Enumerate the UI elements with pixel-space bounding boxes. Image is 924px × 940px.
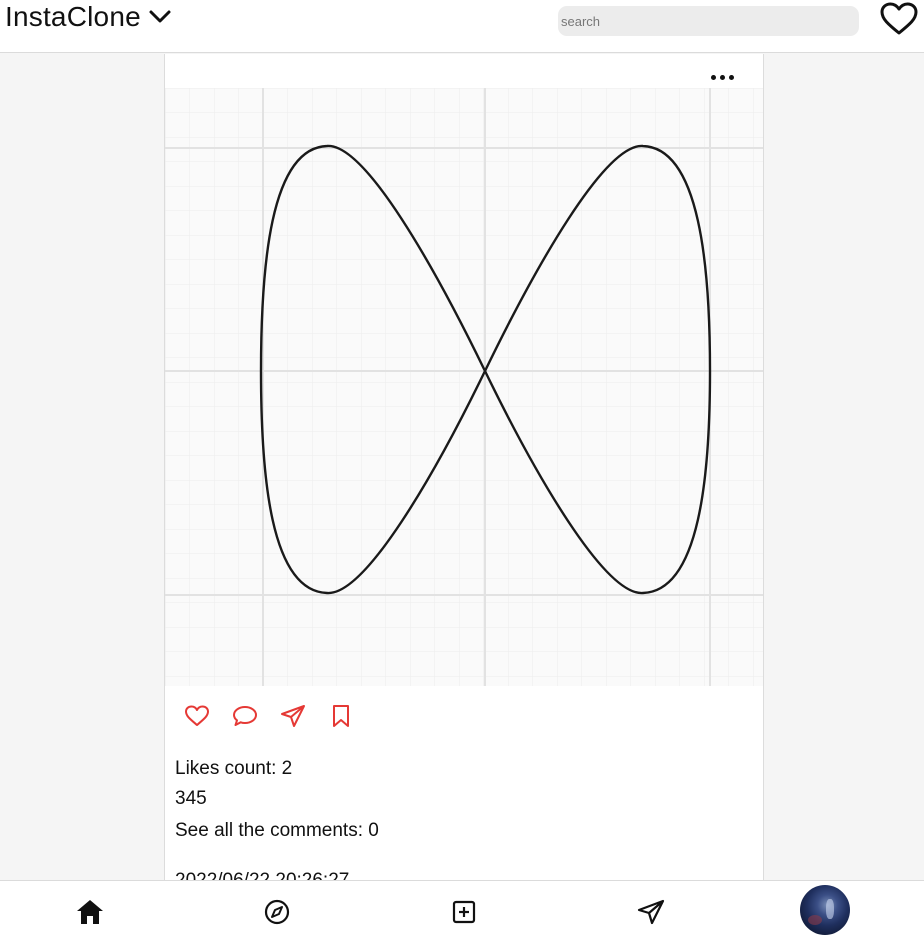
account-switcher[interactable]: InstaClone: [5, 0, 173, 34]
home-icon: [77, 900, 103, 924]
nav-explore-button[interactable]: [262, 897, 292, 927]
app-title: InstaClone: [5, 1, 141, 32]
chevron-down-icon[interactable]: [147, 6, 173, 28]
heart-icon: [185, 705, 209, 726]
comment-button[interactable]: [231, 702, 259, 730]
post-card: Likes count: 2 345 See all the comments:…: [164, 54, 764, 891]
top-bar: InstaClone: [0, 0, 924, 53]
bottom-nav: [0, 880, 924, 940]
nav-new-post-button[interactable]: [449, 897, 479, 927]
heart-icon[interactable]: [880, 2, 918, 36]
like-button[interactable]: [183, 702, 211, 730]
view-comments-link[interactable]: See all the comments: 0: [175, 819, 379, 843]
avatar[interactable]: [800, 885, 850, 935]
share-button[interactable]: [279, 702, 307, 730]
post-caption: 345: [175, 788, 207, 809]
bookmark-icon: [333, 705, 349, 727]
post-actions: [183, 702, 375, 730]
share-icon: [281, 705, 305, 727]
direct-message-icon: [637, 899, 665, 925]
comment-icon: [233, 706, 257, 726]
bookmark-button[interactable]: [327, 702, 355, 730]
post-image[interactable]: [165, 88, 763, 686]
nav-messages-button[interactable]: [636, 897, 666, 927]
add-post-icon: [452, 900, 476, 924]
more-options-icon[interactable]: [710, 70, 736, 84]
nav-home-button[interactable]: [75, 897, 105, 927]
explore-icon: [264, 899, 290, 925]
search-input[interactable]: [558, 6, 859, 36]
likes-count: Likes count: 2: [175, 758, 293, 779]
